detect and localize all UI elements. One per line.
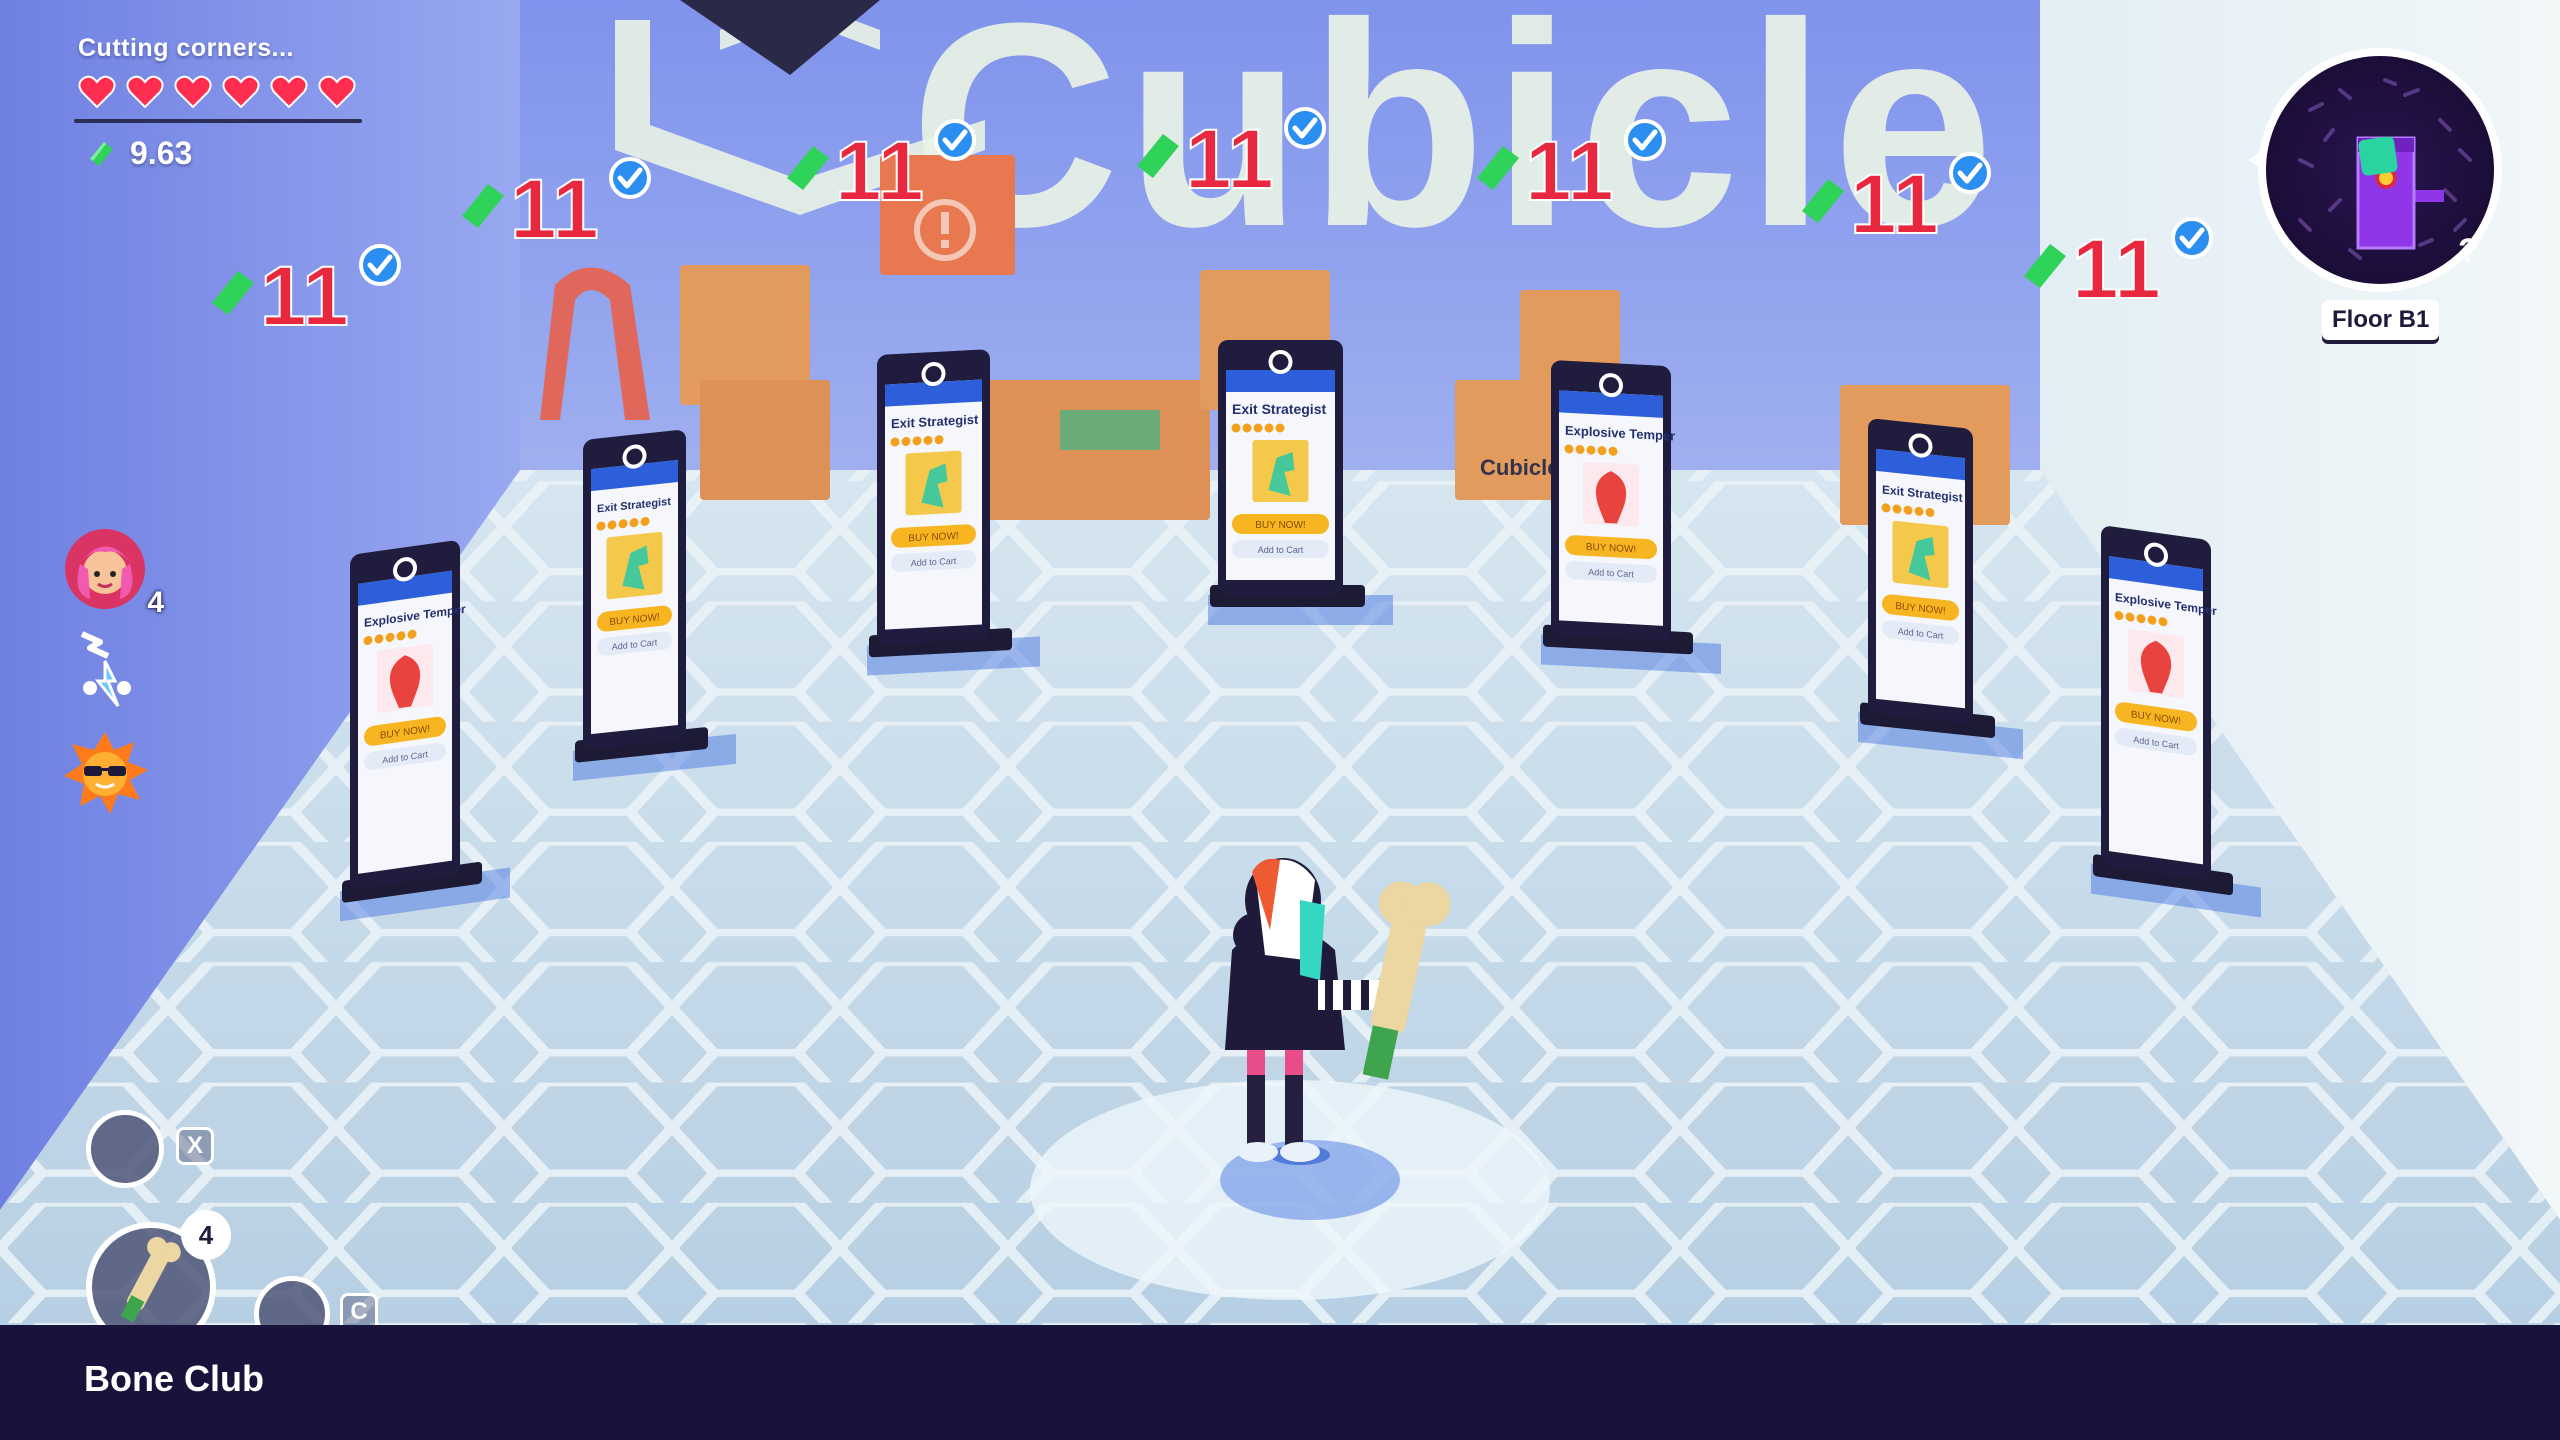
shop-item-stand[interactable]: Exit StrategistBUY NOW!Add to Cart [867, 346, 1040, 676]
add-to-cart-button[interactable]: Add to Cart [1258, 545, 1304, 555]
heart-icon [222, 75, 260, 109]
verified-badge-icon [609, 157, 651, 199]
rating-star-icon [1242, 423, 1252, 433]
shop-item-title: Exit Strategist [1232, 401, 1326, 417]
price-tag: 11 [212, 244, 401, 344]
price-value: 11 [835, 124, 924, 218]
weapon-uses-badge: 4 [181, 1210, 231, 1260]
buy-now-button[interactable]: BUY NOW! [1255, 520, 1305, 531]
gem-icon [212, 271, 254, 315]
price-tag: 11 [787, 119, 976, 219]
price-tag: 11 [2024, 217, 2213, 317]
price-tag: 11 [1137, 107, 1326, 207]
floor-label: Floor B1 [2322, 300, 2440, 340]
health-hearts [78, 75, 362, 109]
heart-icon [174, 75, 212, 109]
shop-item-stand[interactable]: Explosive TemperBUY NOW!Add to Cart [2091, 524, 2261, 918]
shop-item-stand[interactable]: Explosive TemperBUY NOW!Add to Cart [1541, 359, 1721, 674]
price-value: 11 [1525, 124, 1614, 218]
verified-badge-icon [359, 244, 401, 286]
gem-icon [1137, 134, 1179, 178]
price-value: 11 [1185, 112, 1274, 206]
character-portrait-icon [65, 529, 145, 609]
gem-icon [462, 184, 504, 228]
price-tag: 11 [1802, 152, 1991, 252]
verified-badge-icon [1284, 107, 1326, 149]
price-value: 11 [2072, 222, 2161, 316]
sunglasses-sun-buff-icon [64, 732, 148, 814]
shop-item-stand[interactable]: Exit StrategistBUY NOW!Add to Cart [1858, 417, 2023, 760]
ability-slot-x[interactable] [86, 1110, 164, 1188]
heart-icon [270, 75, 308, 109]
player-status-panel: Cutting corners... 9.63 [74, 34, 362, 172]
buff-stack-count: 4 [147, 586, 164, 619]
verified-badge-icon [1949, 152, 1991, 194]
gem-icon [90, 141, 113, 166]
rating-star-icon [1231, 423, 1241, 433]
weapon-name: Bone Club [84, 1358, 264, 1399]
status-divider [74, 119, 362, 123]
heart-icon [318, 75, 356, 109]
verified-badge-icon [934, 119, 976, 161]
lightning-buff [60, 626, 150, 716]
currency-display: 9.63 [86, 135, 362, 172]
buff-list: 4 [60, 524, 170, 830]
gem-icon [787, 146, 829, 190]
price-value: 11 [1850, 157, 1939, 251]
rating-star-icon [1275, 423, 1285, 433]
shop-item-stand[interactable]: Exit StrategistBUY NOW!Add to Cart [573, 424, 736, 782]
lightning-buff-icon [80, 631, 131, 707]
shop-item-stand[interactable]: Explosive TemperBUY NOW!Add to Cart [340, 533, 510, 922]
verified-badge-icon [2171, 217, 2213, 259]
gem-icon [2024, 244, 2066, 288]
rating-star-icon [1264, 423, 1274, 433]
verified-badge-icon [1624, 119, 1666, 161]
sunglasses-buff [60, 728, 150, 818]
money-value: 9.63 [130, 135, 193, 171]
gem-icon [1802, 179, 1844, 223]
heart-icon [78, 75, 116, 109]
price-value: 11 [510, 162, 599, 256]
price-tag: 11 [1477, 119, 1666, 219]
price-value: 11 [260, 249, 349, 343]
gem-icon [1477, 146, 1519, 190]
heart-icon [126, 75, 164, 109]
rating-star-icon [1253, 423, 1263, 433]
status-message: Cutting corners... [78, 34, 294, 62]
shop-stands: Explosive TemperBUY NOW!Add to Cart 11 Exi… [212, 107, 2261, 922]
bottom-bar [0, 1325, 2560, 1440]
character-portrait: 4 [60, 524, 164, 619]
key-hint-x: X [176, 1127, 214, 1165]
price-tag: 11 [462, 157, 651, 257]
shop-item-stand[interactable]: Exit Strategist BUY NOW! Add to Cart [1208, 340, 1393, 625]
